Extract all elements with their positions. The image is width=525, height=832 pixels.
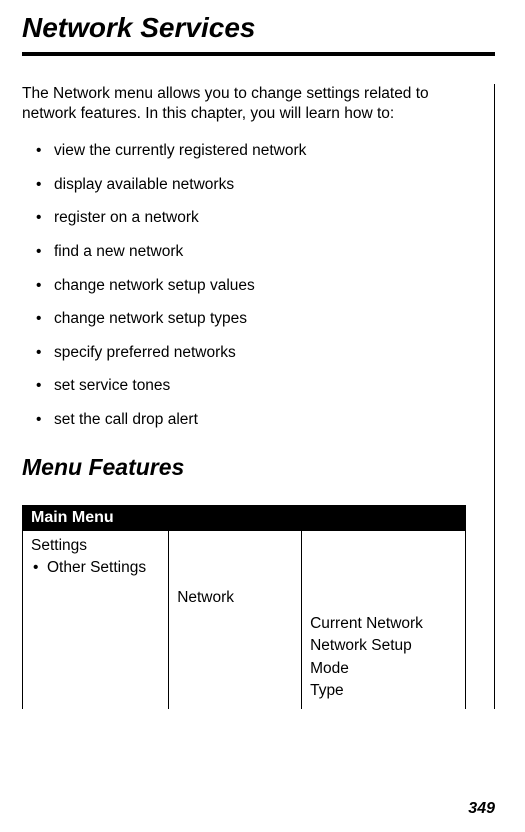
- list-item: display available networks: [36, 176, 466, 195]
- list-item: specify preferred networks: [36, 344, 466, 363]
- intro-text: The Network menu allows you to change se…: [22, 84, 466, 124]
- list-item: find a new network: [36, 243, 466, 262]
- list-item: change network setup values: [36, 277, 466, 296]
- section-heading: Menu Features: [22, 454, 466, 481]
- list-item: view the currently registered network: [36, 142, 466, 161]
- list-item: set service tones: [36, 377, 466, 396]
- page-title: Network Services: [22, 12, 495, 44]
- menu-table: Main Menu Settings Other Settings Networ…: [22, 505, 466, 709]
- menu-item: Network Setup: [310, 635, 457, 657]
- list-item: set the call drop alert: [36, 411, 466, 430]
- menu-item: Mode: [310, 658, 457, 680]
- bullet-list: view the currently registered network di…: [22, 142, 466, 429]
- menu-item: Current Network: [310, 613, 457, 635]
- settings-label: Settings: [31, 535, 160, 557]
- title-rule: [22, 52, 495, 56]
- other-settings-label: Other Settings: [31, 557, 160, 579]
- content-area: The Network menu allows you to change se…: [22, 84, 495, 709]
- page-number: 349: [468, 800, 495, 818]
- menu-item: Type: [310, 680, 457, 702]
- table-cell-col2: Network: [169, 531, 302, 709]
- list-item: change network setup types: [36, 310, 466, 329]
- list-item: register on a network: [36, 209, 466, 228]
- table-header: Main Menu: [23, 505, 466, 531]
- table-cell-col3: Current Network Network Setup Mode Type: [302, 531, 466, 709]
- table-cell-col1: Settings Other Settings: [23, 531, 169, 709]
- network-label: Network: [177, 587, 293, 609]
